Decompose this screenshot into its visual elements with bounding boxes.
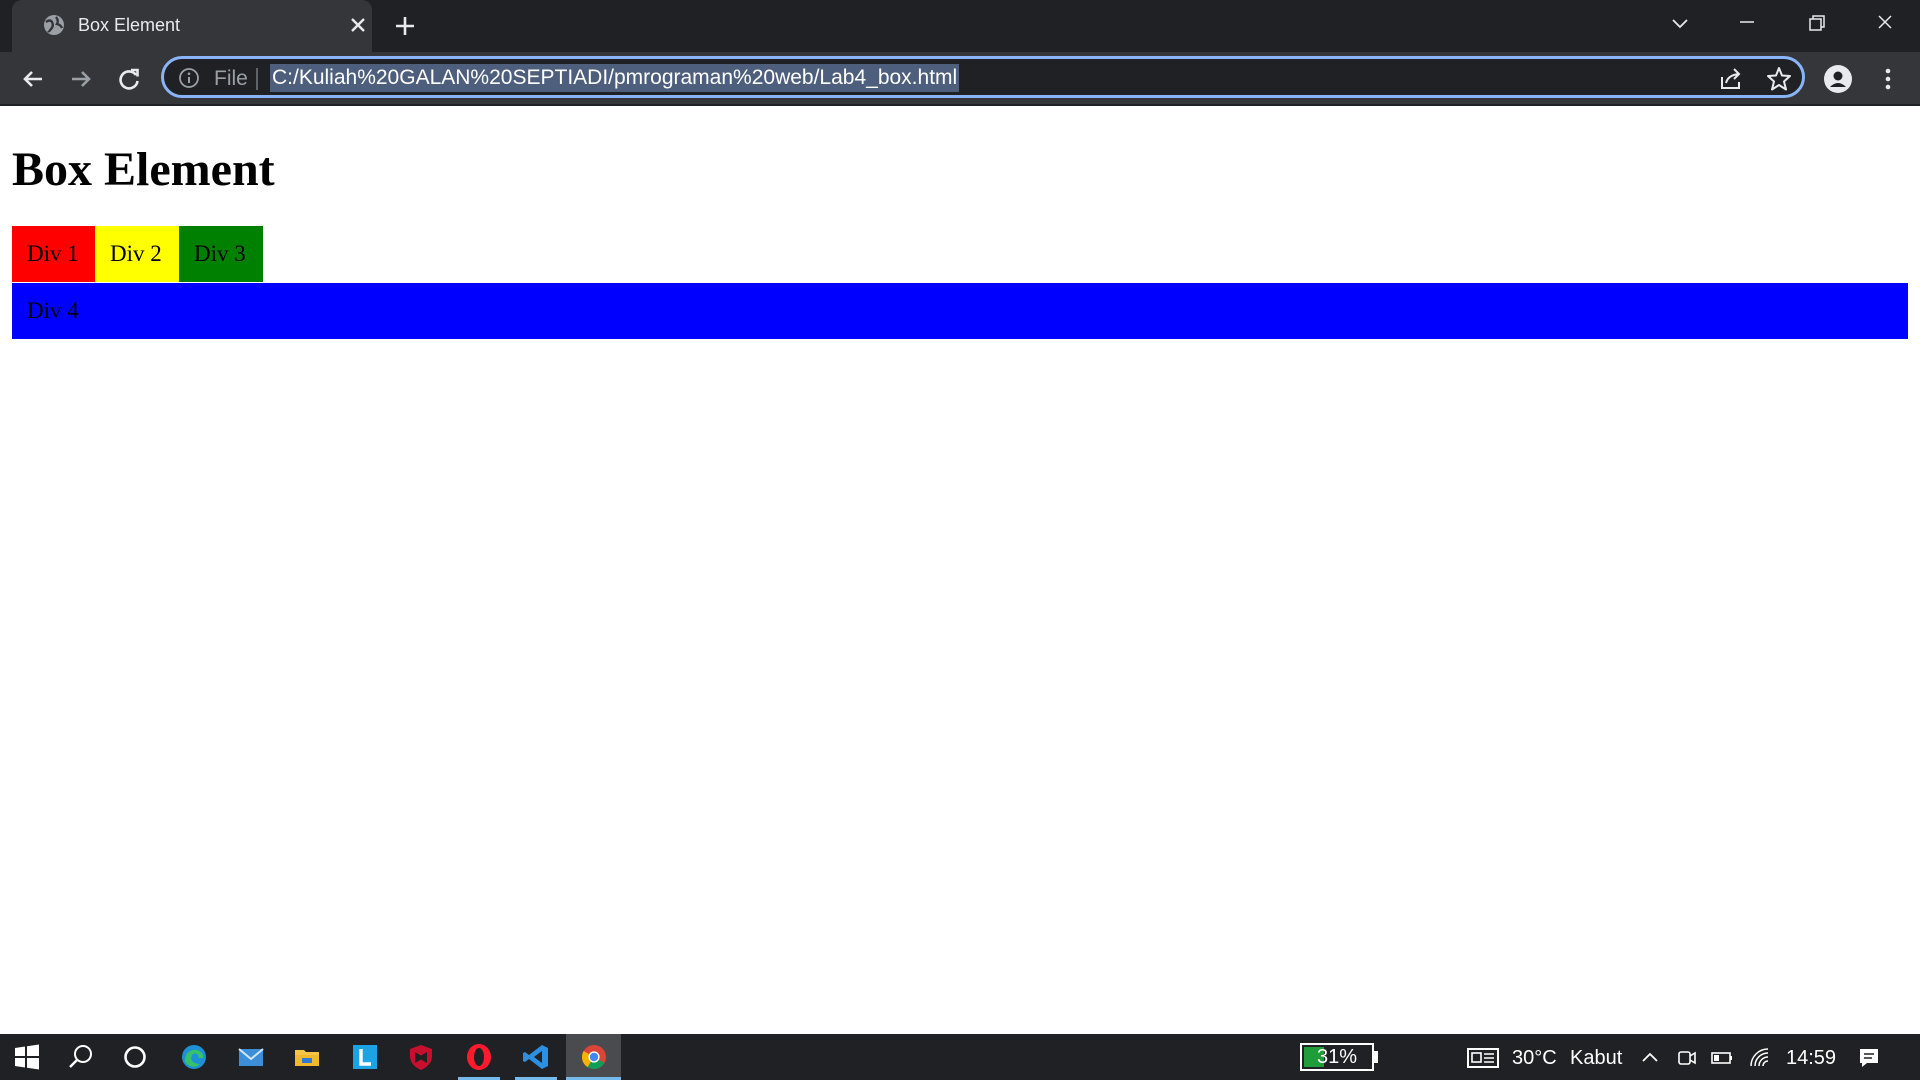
box-div-3: Div 3	[179, 226, 263, 282]
meet-now-icon[interactable]	[1675, 1046, 1699, 1070]
box-div-4: Div 4	[12, 283, 1908, 339]
news-weather-icon[interactable]	[1466, 1046, 1502, 1070]
browser-window-chrome: Box Element File C:/Kuliah%20GALAN%20SEP…	[0, 0, 1920, 106]
weather-description[interactable]: Kabut	[1570, 1046, 1622, 1070]
chrome-icon[interactable]	[579, 1042, 609, 1072]
close-icon[interactable]	[346, 13, 370, 37]
tab-strip: Box Element	[0, 0, 1920, 52]
notification-center-icon[interactable]	[1857, 1046, 1881, 1070]
battery-terminal	[1374, 1051, 1378, 1063]
new-tab-icon[interactable]	[390, 11, 420, 41]
battery-indicator[interactable]: 31%	[1300, 1043, 1374, 1071]
menu-kebab-icon[interactable]	[1873, 64, 1903, 94]
box-div-1: Div 1	[12, 226, 95, 282]
close-window-icon[interactable]	[1865, 8, 1905, 40]
opera-icon[interactable]	[464, 1042, 494, 1072]
share-icon[interactable]	[1717, 65, 1745, 93]
vscode-icon[interactable]	[521, 1042, 551, 1072]
profile-icon[interactable]	[1823, 64, 1853, 94]
forward-arrow-icon[interactable]	[66, 64, 96, 94]
wifi-icon[interactable]	[1748, 1046, 1772, 1070]
globe-icon	[44, 15, 64, 35]
weather-temperature[interactable]: 30°C	[1512, 1046, 1557, 1070]
windows-taskbar: 31% 30°C Kabut 14:59	[0, 1034, 1920, 1080]
edge-icon[interactable]	[179, 1042, 209, 1072]
system-clock[interactable]: 14:59	[1786, 1046, 1836, 1070]
address-bar[interactable]: File C:/Kuliah%20GALAN%20SEPTIADI/pmrogr…	[161, 56, 1805, 98]
bookmark-star-icon[interactable]	[1765, 65, 1793, 93]
back-arrow-icon[interactable]	[18, 64, 48, 94]
info-icon[interactable]	[178, 67, 200, 89]
search-icon[interactable]	[66, 1042, 96, 1072]
page-heading: Box Element	[12, 143, 275, 196]
tab-box-element[interactable]: Box Element	[12, 0, 372, 52]
chevron-up-icon[interactable]	[1638, 1046, 1662, 1070]
restore-icon[interactable]	[1796, 8, 1836, 40]
windows-start-icon[interactable]	[12, 1042, 42, 1072]
battery-percentage: 31%	[1316, 1046, 1358, 1068]
battery-tray-icon[interactable]	[1710, 1046, 1734, 1070]
reload-icon[interactable]	[114, 64, 144, 94]
file-explorer-icon[interactable]	[292, 1042, 322, 1072]
tab-title: Box Element	[78, 15, 181, 35]
mail-icon[interactable]	[236, 1042, 266, 1072]
url-text[interactable]: C:/Kuliah%20GALAN%20SEPTIADI/pmrograman%…	[270, 64, 960, 92]
tab-search-chevron-icon[interactable]	[1660, 8, 1700, 40]
minimize-icon[interactable]	[1727, 8, 1767, 40]
omnibox-separator	[256, 68, 258, 90]
l-app-icon[interactable]	[350, 1042, 380, 1072]
cortana-icon[interactable]	[120, 1042, 150, 1072]
box-div-2: Div 2	[95, 226, 179, 282]
page-content: Box Element Div 1 Div 2 Div 3 Div 4	[0, 106, 1920, 1034]
mcafee-icon[interactable]	[406, 1042, 436, 1072]
scheme-label: File	[214, 67, 248, 90]
